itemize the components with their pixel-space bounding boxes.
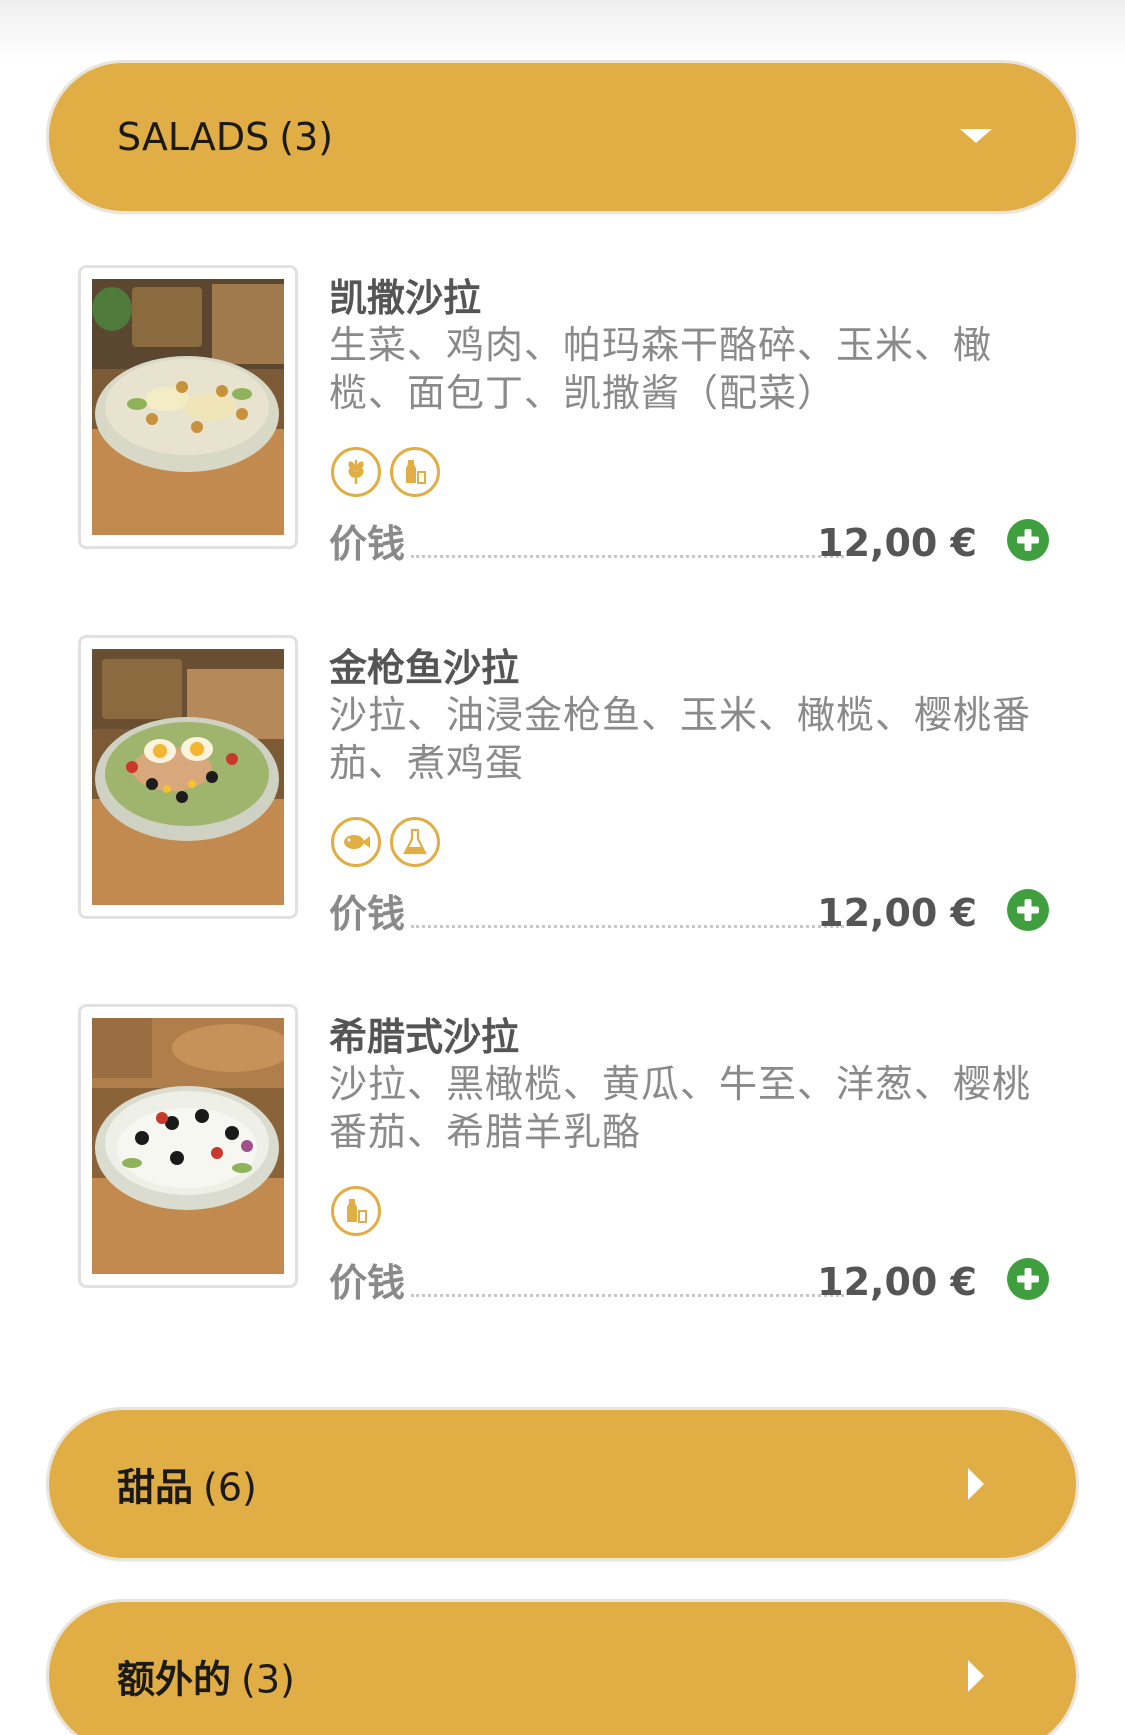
allergen-list	[331, 817, 440, 869]
gluten-wheat-icon	[331, 447, 381, 497]
category-count: (3)	[241, 1657, 295, 1702]
triangle-right-icon	[968, 1468, 984, 1500]
menu-item: 希腊式沙拉 沙拉、黑橄榄、黄瓜、牛至、洋葱、樱桃番茄、希腊羊乳酪 价钱 12,0…	[78, 1004, 1049, 1305]
category-name: 额外的	[117, 1657, 232, 1702]
item-title: 凯撒沙拉	[329, 276, 482, 320]
category-name: 甜品	[117, 1465, 194, 1510]
milk-icon	[390, 447, 440, 497]
category-count: (6)	[203, 1465, 257, 1510]
price-leader-dots	[411, 1294, 844, 1297]
add-to-cart-button[interactable]	[1007, 1258, 1049, 1300]
item-description: 沙拉、油浸金枪鱼、玉米、橄榄、樱桃番茄、煮鸡蛋	[329, 693, 1032, 785]
add-to-cart-button[interactable]	[1007, 889, 1049, 931]
item-description: 生菜、鸡肉、帕玛森干酪碎、玉米、橄榄、面包丁、凯撒酱（配菜）	[329, 323, 993, 415]
price-leader-dots	[411, 925, 844, 928]
price-value: 12,00 €	[817, 521, 977, 565]
triangle-down-icon	[960, 129, 992, 143]
category-name: SALADS	[117, 115, 270, 159]
price-leader-dots	[411, 555, 844, 558]
allergen-list	[331, 1186, 381, 1238]
category-salads[interactable]: SALADS (3)	[46, 60, 1079, 214]
category-extras[interactable]: 额外的 (3)	[46, 1599, 1079, 1735]
allergen-list	[331, 447, 440, 499]
item-photo[interactable]	[78, 1004, 298, 1288]
item-photo[interactable]	[78, 265, 298, 549]
price-row: 价钱 12,00 €	[329, 513, 1049, 569]
price-label: 价钱	[329, 1261, 406, 1305]
menu-item: 凯撒沙拉 生菜、鸡肉、帕玛森干酪碎、玉米、橄榄、面包丁、凯撒酱（配菜） 价钱 1…	[78, 265, 1049, 566]
item-description: 沙拉、黑橄榄、黄瓜、牛至、洋葱、樱桃番茄、希腊羊乳酪	[329, 1062, 1032, 1154]
sulphites-icon	[390, 817, 440, 867]
price-row: 价钱 12,00 €	[329, 1252, 1049, 1308]
item-title: 希腊式沙拉	[329, 1015, 520, 1059]
category-count: (3)	[279, 115, 334, 159]
price-label: 价钱	[329, 522, 406, 566]
price-value: 12,00 €	[817, 891, 977, 935]
item-title: 金枪鱼沙拉	[329, 646, 520, 690]
fish-icon	[331, 817, 381, 867]
price-label: 价钱	[329, 892, 406, 936]
price-row: 价钱 12,00 €	[329, 883, 1049, 939]
category-desserts[interactable]: 甜品 (6)	[46, 1407, 1079, 1561]
price-value: 12,00 €	[817, 1260, 977, 1304]
menu-item: 金枪鱼沙拉 沙拉、油浸金枪鱼、玉米、橄榄、樱桃番茄、煮鸡蛋 价钱 12,00 €	[78, 635, 1049, 936]
item-photo[interactable]	[78, 635, 298, 919]
add-to-cart-button[interactable]	[1007, 519, 1049, 561]
milk-icon	[331, 1186, 381, 1236]
triangle-right-icon	[968, 1660, 984, 1692]
